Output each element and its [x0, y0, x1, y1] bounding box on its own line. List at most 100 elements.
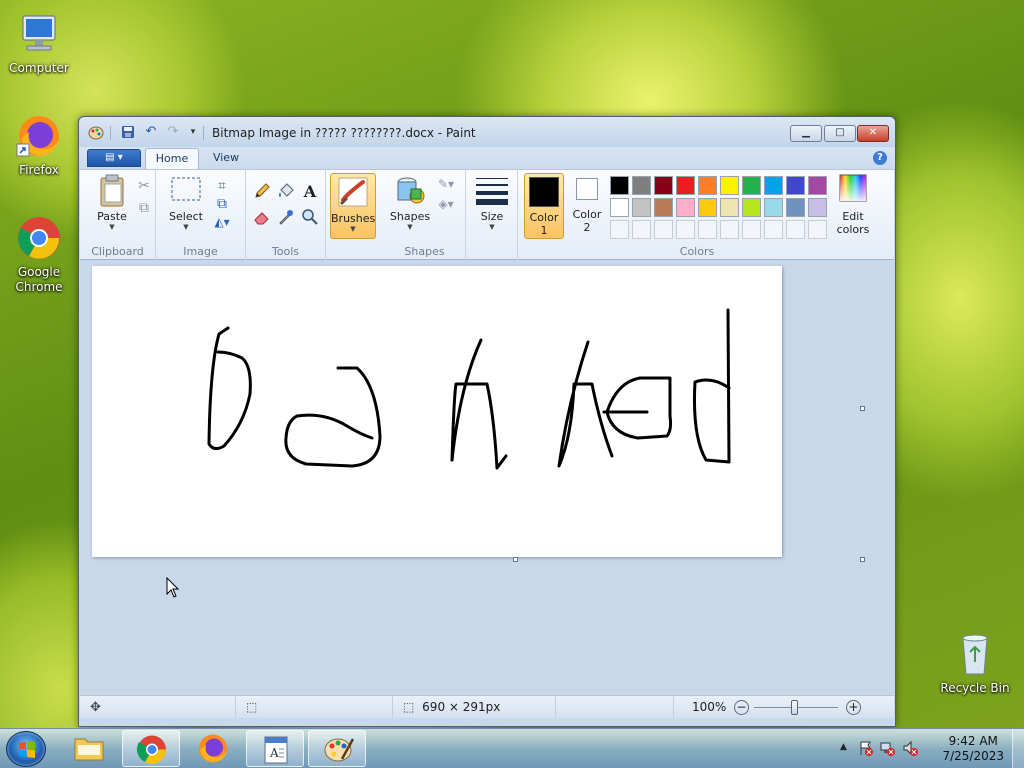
- palette-swatch[interactable]: [632, 198, 651, 217]
- palette-swatch[interactable]: [808, 198, 827, 217]
- zoom-slider-thumb[interactable]: [791, 700, 798, 715]
- desktop-icon-label: Recycle Bin: [940, 681, 1010, 695]
- custom-color-slot[interactable]: [610, 220, 629, 239]
- copy-icon[interactable]: ⧉: [134, 198, 154, 218]
- palette-swatch[interactable]: [610, 198, 629, 217]
- shapes-button[interactable]: Shapes ▼: [386, 174, 434, 232]
- action-center-flag-icon[interactable]: [858, 740, 874, 759]
- resize-icon[interactable]: ⧉: [212, 194, 232, 214]
- brushes-button[interactable]: Brushes ▼: [330, 173, 376, 239]
- resize-handle-bottom[interactable]: [513, 557, 518, 562]
- color-picker-icon[interactable]: [276, 208, 296, 228]
- palette-swatch[interactable]: [786, 176, 805, 195]
- taskbar-chrome[interactable]: [122, 730, 180, 767]
- palette-swatch[interactable]: [764, 176, 783, 195]
- clipboard-icon: [96, 174, 128, 207]
- color2-swatch: [576, 178, 598, 200]
- crop-icon[interactable]: ⌗: [212, 176, 232, 196]
- taskbar-explorer[interactable]: [60, 730, 118, 767]
- palette-swatch[interactable]: [610, 176, 629, 195]
- custom-color-slot[interactable]: [764, 220, 783, 239]
- palette-swatch[interactable]: [632, 176, 651, 195]
- palette-swatch[interactable]: [720, 176, 739, 195]
- desktop-icon-recycle-bin[interactable]: Recycle Bin: [938, 630, 1012, 696]
- palette-swatch[interactable]: [676, 176, 695, 195]
- taskbar-wordpad[interactable]: A: [246, 730, 304, 767]
- size-button[interactable]: Size ▼: [472, 174, 512, 232]
- magnifier-icon[interactable]: [300, 208, 320, 228]
- resize-handle-corner[interactable]: [860, 557, 865, 562]
- taskbar-firefox[interactable]: [184, 730, 242, 767]
- customize-qat-icon[interactable]: ▾: [185, 125, 201, 140]
- help-icon[interactable]: ?: [873, 151, 887, 165]
- status-bar: ✥ ⬚ ⬚ 690 × 291px 100% − +: [80, 695, 894, 719]
- fill-icon[interactable]: ◈▾: [436, 194, 456, 214]
- palette-swatch[interactable]: [676, 198, 695, 217]
- paint-app-icon[interactable]: [88, 125, 104, 140]
- text-icon[interactable]: A: [300, 182, 320, 202]
- selection-size-icon: ⬚: [246, 700, 258, 714]
- firefox-icon: [15, 112, 63, 160]
- title-bar[interactable]: ↶ ↷ ▾ Bitmap Image in ????? ????????.doc…: [79, 117, 895, 147]
- desktop-icon-firefox[interactable]: Firefox: [2, 112, 76, 178]
- custom-color-slot[interactable]: [676, 220, 695, 239]
- select-label: Select: [169, 210, 203, 223]
- save-icon[interactable]: [120, 125, 136, 140]
- color1-label: Color 1: [529, 211, 559, 237]
- minimize-button[interactable]: ▁: [790, 125, 822, 142]
- custom-color-slot[interactable]: [742, 220, 761, 239]
- network-icon[interactable]: [880, 740, 896, 759]
- tab-view[interactable]: View: [203, 148, 249, 169]
- group-size: Size ▼: [466, 170, 518, 260]
- custom-color-slot[interactable]: [786, 220, 805, 239]
- color2-button[interactable]: Color 2: [568, 176, 606, 234]
- zoom-out-icon[interactable]: −: [734, 700, 749, 715]
- tab-home[interactable]: Home: [145, 148, 199, 169]
- custom-color-slot[interactable]: [698, 220, 717, 239]
- palette-swatch[interactable]: [786, 198, 805, 217]
- palette-swatch[interactable]: [698, 198, 717, 217]
- palette-swatch[interactable]: [654, 176, 673, 195]
- outline-icon[interactable]: ✎▾: [436, 174, 456, 194]
- select-button[interactable]: Select ▼: [164, 174, 208, 232]
- color-palette: [610, 176, 832, 242]
- volume-muted-icon[interactable]: [902, 740, 918, 759]
- fill-bucket-icon[interactable]: [276, 182, 296, 202]
- paint-menu-button[interactable]: ▤ ▾: [87, 149, 141, 167]
- eraser-icon[interactable]: [252, 208, 272, 228]
- maximize-button[interactable]: □: [824, 125, 856, 142]
- custom-color-slot[interactable]: [720, 220, 739, 239]
- custom-color-slot[interactable]: [808, 220, 827, 239]
- palette-swatch[interactable]: [808, 176, 827, 195]
- pencil-icon[interactable]: [252, 182, 272, 202]
- brush-icon: [337, 176, 369, 208]
- resize-handle-right[interactable]: [860, 406, 865, 411]
- start-button[interactable]: [6, 731, 46, 767]
- custom-color-slot[interactable]: [632, 220, 651, 239]
- desktop-icon-computer[interactable]: Computer: [2, 10, 76, 76]
- rotate-icon[interactable]: ◭▾: [212, 212, 232, 232]
- close-button[interactable]: ✕: [857, 125, 889, 142]
- custom-color-slot[interactable]: [654, 220, 673, 239]
- undo-icon[interactable]: ↶: [143, 125, 159, 140]
- color1-button[interactable]: Color 1: [524, 173, 564, 239]
- edit-colors-button[interactable]: Edit colors: [832, 174, 874, 236]
- palette-swatch[interactable]: [720, 198, 739, 217]
- cut-icon[interactable]: ✂: [134, 176, 154, 196]
- palette-swatch[interactable]: [698, 176, 717, 195]
- desktop-icon-chrome[interactable]: Google Chrome: [2, 214, 76, 295]
- clock[interactable]: 9:42 AM 7/25/2023: [942, 734, 1004, 764]
- palette-swatch[interactable]: [764, 198, 783, 217]
- zoom-in-icon[interactable]: +: [846, 700, 861, 715]
- palette-swatch[interactable]: [742, 198, 761, 217]
- show-hidden-icons-icon[interactable]: ▲: [840, 742, 847, 752]
- redo-icon[interactable]: ↷: [165, 125, 181, 140]
- taskbar-paint[interactable]: [308, 730, 366, 767]
- palette-swatch[interactable]: [742, 176, 761, 195]
- canvas-area[interactable]: [80, 261, 894, 695]
- edit-colors-icon: [837, 174, 869, 206]
- drawing-canvas[interactable]: [92, 266, 782, 557]
- palette-swatch[interactable]: [654, 198, 673, 217]
- paste-button[interactable]: Paste ▼: [90, 174, 134, 232]
- show-desktop-button[interactable]: [1012, 729, 1024, 768]
